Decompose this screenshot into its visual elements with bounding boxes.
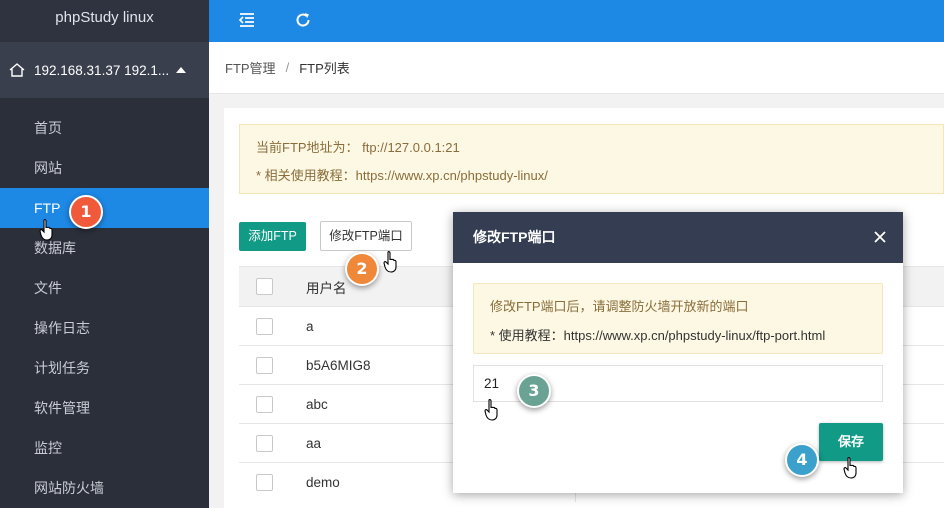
- breadcrumb-separator: /: [285, 60, 290, 75]
- dialog-notice: 修改FTP端口后，请调整防火墙开放新的端口 * 使用教程：https://www…: [473, 283, 883, 354]
- ftp-address-text: 当前FTP地址为： ftp://127.0.0.1:21: [256, 140, 460, 155]
- sidebar-item-software[interactable]: 软件管理: [0, 388, 209, 428]
- breadcrumb-parent[interactable]: FTP管理: [225, 58, 276, 77]
- refresh-icon[interactable]: [293, 10, 313, 30]
- top-bar: [209, 0, 944, 42]
- step-badge-1: 1: [69, 195, 103, 229]
- sidebar-item-ftp[interactable]: FTP: [0, 188, 209, 228]
- add-ftp-button[interactable]: 添加FTP: [239, 222, 306, 251]
- dialog-notice-line2: * 使用教程：https://www.xp.cn/phpstudy-linux/…: [490, 328, 826, 343]
- row-checkbox[interactable]: [256, 356, 273, 374]
- server-selector[interactable]: 192.168.31.37 192.1...: [0, 42, 209, 98]
- step-badge-2: 2: [345, 252, 379, 286]
- app-brand: phpStudy linux: [0, 0, 209, 42]
- row-checkbox[interactable]: [256, 317, 273, 335]
- sidebar-item-firewall[interactable]: 网站防火墙: [0, 468, 209, 508]
- breadcrumb-current: FTP列表: [299, 61, 350, 76]
- row-checkbox[interactable]: [256, 434, 273, 452]
- sidebar-item-monitor[interactable]: 监控: [0, 428, 209, 468]
- sidebar: phpStudy linux 192.168.31.37 192.1... 首页…: [0, 0, 209, 508]
- sidebar-item-files[interactable]: 文件: [0, 268, 209, 308]
- hand-cursor-icon: [39, 219, 53, 241]
- step-badge-3: 3: [517, 374, 551, 408]
- row-checkbox[interactable]: [256, 395, 273, 413]
- tutorial-text: * 相关使用教程：https://www.xp.cn/phpstudy-linu…: [256, 168, 548, 183]
- change-ftp-port-button[interactable]: 修改FTP端口: [320, 221, 412, 251]
- close-icon[interactable]: [873, 230, 887, 244]
- sidebar-item-logs[interactable]: 操作日志: [0, 308, 209, 348]
- sidebar-item-home[interactable]: 首页: [0, 108, 209, 148]
- sidebar-item-cron[interactable]: 计划任务: [0, 348, 209, 388]
- hand-cursor-icon: [383, 251, 397, 273]
- dialog-header: 修改FTP端口: [453, 212, 903, 263]
- dialog-title: 修改FTP端口: [473, 229, 556, 245]
- caret-up-icon: [176, 67, 187, 73]
- sidebar-item-website[interactable]: 网站: [0, 148, 209, 188]
- select-all-checkbox[interactable]: [256, 278, 273, 295]
- collapse-menu-icon[interactable]: [237, 10, 257, 30]
- breadcrumb: FTP管理 / FTP列表: [209, 42, 944, 94]
- hand-cursor-icon: [484, 399, 498, 421]
- dialog-notice-line1: 修改FTP端口后，请调整防火墙开放新的端口: [490, 299, 749, 314]
- ftp-address-notice: 当前FTP地址为： ftp://127.0.0.1:21 * 相关使用教程：ht…: [239, 124, 944, 194]
- sidebar-item-database[interactable]: 数据库: [0, 228, 209, 268]
- row-checkbox[interactable]: [256, 473, 273, 491]
- sidebar-nav: 首页 网站 FTP 数据库 文件 操作日志 计划任务 软件管理 监控 网站防火墙: [0, 108, 209, 508]
- hand-cursor-icon: [843, 457, 857, 479]
- step-badge-4: 4: [785, 443, 819, 477]
- home-icon: [9, 63, 25, 77]
- change-port-dialog: 修改FTP端口 修改FTP端口后，请调整防火墙开放新的端口 * 使用教程：htt…: [453, 212, 903, 493]
- server-label: 192.168.31.37 192.1...: [34, 62, 170, 78]
